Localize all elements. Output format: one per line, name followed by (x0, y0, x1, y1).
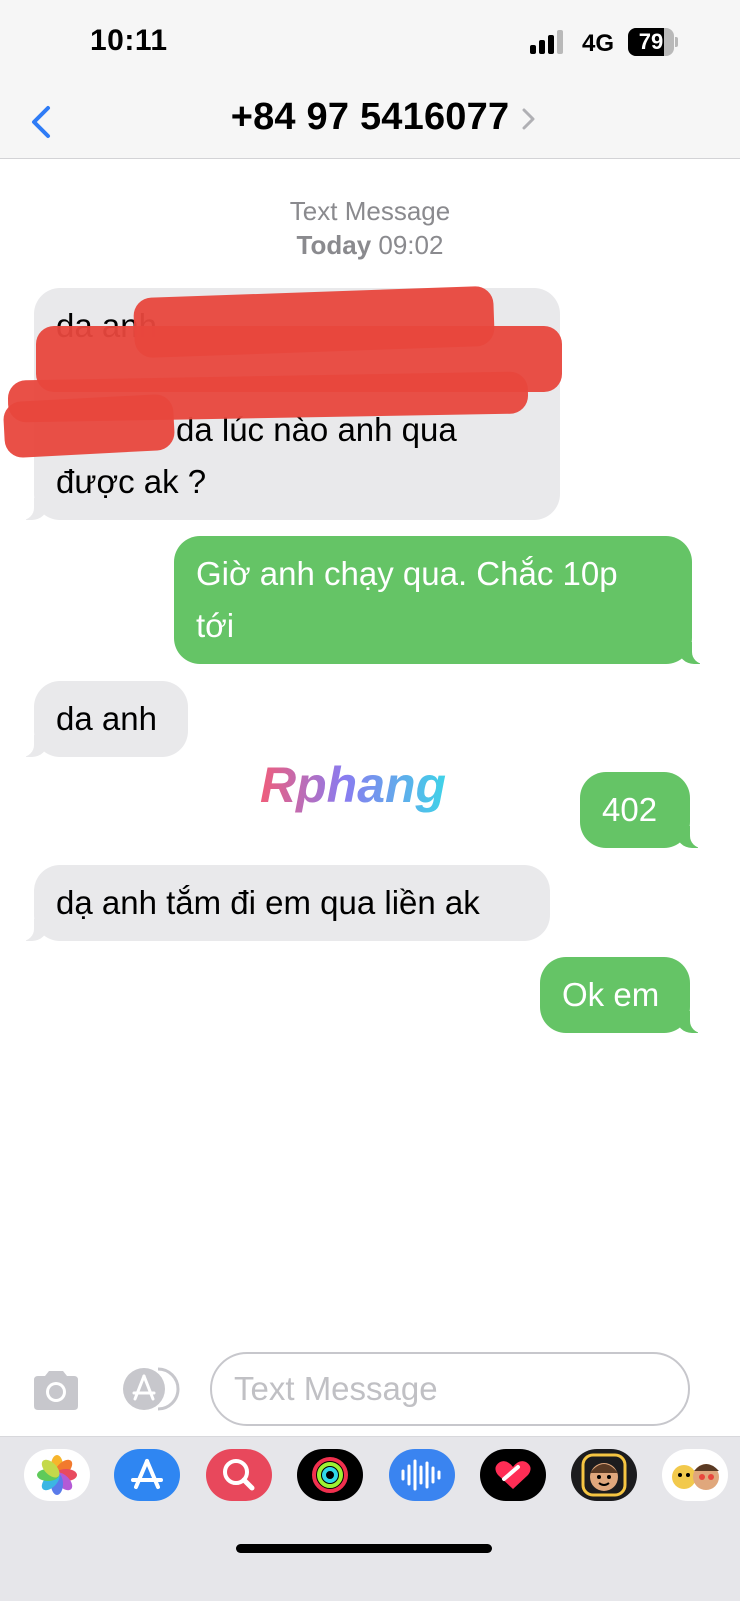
svg-text:Rphang: Rphang (260, 757, 446, 813)
message-line: tới (196, 607, 235, 644)
search-images-icon[interactable] (206, 1449, 272, 1501)
app-store-drawer-icon[interactable] (118, 1366, 182, 1412)
message-line: Giờ anh chạy qua. Chắc 10p (196, 555, 618, 592)
incoming-message[interactable]: da anh (20, 681, 188, 757)
thread-service-label: Text Message (289, 196, 451, 226)
timestamp-time: 09:02 (378, 230, 444, 260)
audio-message-icon[interactable] (389, 1449, 455, 1501)
network-type: 4G (582, 30, 615, 57)
outgoing-message[interactable]: Ok em (540, 957, 704, 1033)
outgoing-message[interactable]: 402 (580, 772, 704, 848)
memoji-icon[interactable] (571, 1449, 637, 1501)
memoji-stickers-icon[interactable] (662, 1449, 728, 1501)
thread-timestamp: Today 09:02 (0, 230, 740, 261)
status-time: 10:11 (90, 24, 168, 57)
status-bar: 10:11 4G 79 (0, 0, 740, 88)
outgoing-message[interactable]: Giờ anh chạy qua. Chắc 10p tới (174, 536, 706, 664)
message-line: 402 (602, 791, 658, 828)
battery-level: 79 (638, 29, 664, 54)
contact-number: +84 97 5416077 (230, 96, 510, 138)
conversation-header: +84 97 5416077 (0, 88, 740, 159)
cellular-signal-icon (530, 30, 564, 54)
battery-icon: 79 (628, 28, 678, 56)
message-line: được ak ? (56, 463, 207, 500)
message-line: da anh (56, 700, 157, 737)
camera-icon[interactable] (30, 1368, 82, 1412)
contact-title-button[interactable]: +84 97 5416077 (0, 96, 740, 139)
home-indicator (236, 1544, 492, 1553)
imessage-app-drawer (0, 1436, 740, 1601)
incoming-message[interactable]: dạ anh tắm đi em qua liền ak (20, 865, 550, 941)
app-store-icon[interactable] (114, 1449, 180, 1501)
watermark-logo: Rphang Rphang (257, 754, 449, 816)
message-line: dạ anh tắm đi em qua liền ak (56, 884, 480, 921)
message-line: Ok em (562, 976, 660, 1013)
activity-icon[interactable] (297, 1449, 363, 1501)
timestamp-day: Today (296, 230, 372, 260)
chevron-right-icon (522, 108, 535, 130)
photos-icon[interactable] (24, 1449, 90, 1501)
message-input[interactable]: Text Message (210, 1352, 690, 1426)
digital-touch-icon[interactable] (480, 1449, 546, 1501)
